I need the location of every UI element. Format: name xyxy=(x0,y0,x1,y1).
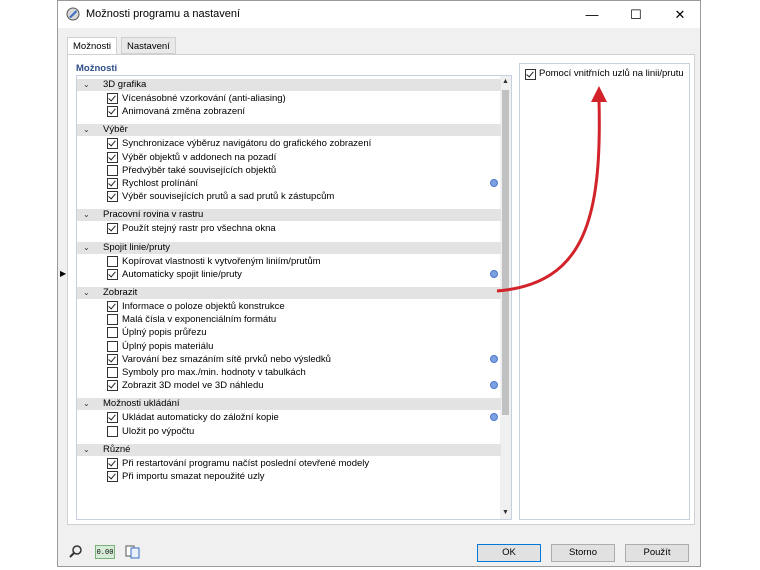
annotation-arrow xyxy=(496,86,607,293)
current-row-pointer-icon: ▶ xyxy=(60,268,67,278)
